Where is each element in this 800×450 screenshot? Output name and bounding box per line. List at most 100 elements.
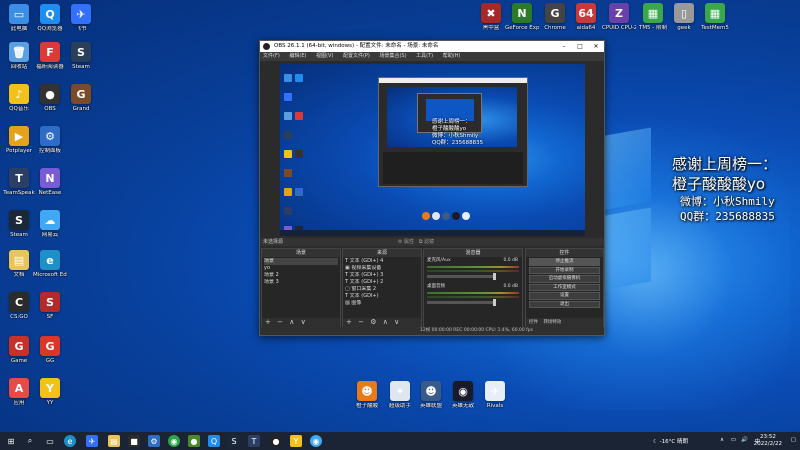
desktop-icon[interactable]: A 应用: [2, 378, 36, 406]
task-view-icon[interactable]: ▭: [44, 435, 56, 447]
desktop-icon[interactable]: ♪ QQ音乐: [2, 84, 36, 112]
move-down-icon[interactable]: ∨: [301, 318, 306, 326]
weather-widget[interactable]: ☾ -16°C 晴朗: [653, 437, 688, 445]
move-up-icon[interactable]: ∧: [383, 318, 388, 326]
maximize-icon[interactable]: □: [572, 41, 588, 52]
volume-icon[interactable]: 🔊: [741, 437, 748, 443]
minimize-icon[interactable]: –: [556, 41, 572, 52]
search-icon[interactable]: ⌕: [24, 435, 36, 447]
control-panel-icon[interactable]: ⚙: [148, 435, 160, 447]
clock[interactable]: 23:52 2022/2/22: [754, 434, 782, 448]
notification-icon[interactable]: ▢: [791, 437, 796, 443]
studio-mode-button[interactable]: 工作室模式: [529, 283, 600, 291]
volume-slider[interactable]: [427, 299, 496, 306]
properties-button[interactable]: ⚙ 属性: [398, 238, 414, 246]
desktop-icon[interactable]: ◉ 英雄无敌: [446, 381, 480, 409]
app2-icon[interactable]: ◉: [310, 435, 322, 447]
scene-item[interactable]: 场景 2: [264, 272, 338, 279]
move-up-icon[interactable]: ∧: [289, 318, 294, 326]
desktop-icon[interactable]: G Game: [2, 336, 36, 364]
app-icon[interactable]: ■: [128, 435, 140, 447]
edge-icon[interactable]: e: [64, 435, 76, 447]
desktop-icon[interactable]: T TeamSpeak: [2, 168, 36, 196]
source-item[interactable]: T 文本 (GDI+) 3: [345, 272, 419, 279]
source-item[interactable]: T 文本 (GDI+) 2: [345, 279, 419, 286]
desktop-icon[interactable]: ✦ 超级助手: [383, 381, 417, 409]
move-down-icon[interactable]: ∨: [394, 318, 399, 326]
start-recording-button[interactable]: 开始录制: [529, 266, 600, 274]
desktop-icon[interactable]: ▤ 文档: [2, 250, 36, 278]
desktop-icon[interactable]: G GG: [33, 336, 67, 364]
scene-item[interactable]: 场景 3: [264, 279, 338, 286]
tab-controls[interactable]: 控件: [529, 320, 538, 325]
source-item[interactable]: ▢ 窗口采集 2: [345, 286, 419, 293]
add-source-icon[interactable]: +: [346, 318, 352, 326]
scene-item[interactable]: 场景: [264, 258, 338, 265]
volume-slider[interactable]: [427, 273, 496, 280]
desktop-icon[interactable]: ⚙ 控制面板: [33, 126, 67, 154]
desktop-icon[interactable]: ▭ 此电脑: [2, 4, 36, 32]
source-item[interactable]: ▣ 视频采集设备: [345, 265, 419, 272]
desktop-icon[interactable]: G Chrome: [538, 3, 572, 31]
menu-view[interactable]: 视图(V): [316, 53, 333, 59]
source-settings-icon[interactable]: ⚙: [370, 318, 376, 326]
teamspeak-icon[interactable]: T: [248, 435, 260, 447]
desktop-icon[interactable]: Q QQ浏览器: [33, 4, 67, 32]
desktop-icon[interactable]: S Steam: [64, 42, 98, 70]
obs-window[interactable]: OBS 26.1.1 (64-bit, windows) - 配置文件: 未命名…: [259, 40, 605, 336]
desktop-icon[interactable]: e Microsoft Edge: [33, 250, 67, 278]
desktop-icon[interactable]: ☻ 英雄联盟: [414, 381, 448, 409]
desktop-icon[interactable]: G Grand: [64, 84, 98, 112]
obs-titlebar[interactable]: OBS 26.1.1 (64-bit, windows) - 配置文件: 未命名…: [260, 41, 604, 52]
desktop-icon[interactable]: ▶ Potplayer: [2, 126, 36, 154]
close-icon[interactable]: ✕: [588, 41, 604, 52]
desktop-icon[interactable]: ✈ Rivals: [478, 381, 512, 409]
desktop-icon[interactable]: N NetEase: [33, 168, 67, 196]
desktop-icon[interactable]: 64 aida64: [569, 3, 603, 31]
desktop-icon[interactable]: ● OBS: [33, 84, 67, 112]
menu-scene-collection[interactable]: 场景集合(S): [379, 53, 406, 59]
desktop-icon[interactable]: ✈ 飞书: [64, 4, 98, 32]
folder-icon[interactable]: ▤: [108, 435, 120, 447]
game-icon[interactable]: ●: [188, 435, 200, 447]
yy-icon[interactable]: Y: [290, 435, 302, 447]
obs-taskbar-icon[interactable]: ●: [270, 435, 282, 447]
source-item[interactable]: T 文本 (GDI+) 4: [345, 258, 419, 265]
menu-tools[interactable]: 工具(T): [416, 53, 433, 59]
stop-streaming-button[interactable]: 停止推流: [529, 258, 600, 266]
add-scene-icon[interactable]: +: [265, 318, 271, 326]
desktop-icon[interactable]: ✖ 黑中盒: [474, 3, 508, 31]
source-item[interactable]: T 文本 (GDI+): [345, 293, 419, 300]
desktop-icon[interactable]: 🗑 回收站: [2, 42, 36, 70]
menu-help[interactable]: 帮助(H): [443, 53, 461, 59]
menu-profile[interactable]: 配置文件(P): [343, 53, 370, 59]
settings-button[interactable]: 设置: [529, 292, 600, 300]
desktop-icon[interactable]: ☻ 橙子酸酸: [350, 381, 384, 409]
network-icon[interactable]: ▭: [731, 437, 736, 443]
steam-icon[interactable]: S: [228, 435, 240, 447]
source-item[interactable]: ▨ 图像: [345, 300, 419, 307]
qq-browser-icon[interactable]: Q: [208, 435, 220, 447]
desktop-icon[interactable]: ☁ 网易云: [33, 210, 67, 238]
exit-button[interactable]: 退出: [529, 300, 600, 308]
desktop-icon[interactable]: F 福昕阅读器: [33, 42, 67, 70]
remove-scene-icon[interactable]: −: [277, 318, 283, 326]
desktop-icon[interactable]: C CS:GO: [2, 292, 36, 320]
tab-transitions[interactable]: 转场特效: [543, 320, 561, 325]
desktop-icon[interactable]: S SF: [33, 292, 67, 320]
desktop-icon[interactable]: Z CPUID CPU-Z: [602, 3, 636, 31]
desktop-icon[interactable]: N GeForce Experience: [505, 3, 539, 31]
remove-source-icon[interactable]: −: [358, 318, 364, 326]
desktop-icon[interactable]: S Steam: [2, 210, 36, 238]
menu-edit[interactable]: 编辑(E): [289, 53, 306, 59]
start-virtual-camera-button[interactable]: 启动虚拟摄像机: [529, 275, 600, 283]
obs-preview-canvas[interactable]: 感谢上周榜一： 橙子酸酸酸yo 微博：小秋Shmily QQ群：23568883…: [280, 64, 585, 236]
desktop-icon[interactable]: ▦ TestMem5: [698, 3, 732, 31]
feishu-icon[interactable]: ✈: [86, 435, 98, 447]
desktop-icon[interactable]: ▦ TM5 - 限制: [636, 3, 670, 31]
scene-item[interactable]: yo: [264, 265, 338, 272]
wechat-icon[interactable]: ◉: [168, 435, 180, 447]
tray-overflow-icon[interactable]: ∧: [720, 437, 724, 443]
filters-button[interactable]: ⧉ 滤镜: [419, 238, 434, 246]
desktop-icon[interactable]: ▯ geek: [667, 3, 701, 31]
